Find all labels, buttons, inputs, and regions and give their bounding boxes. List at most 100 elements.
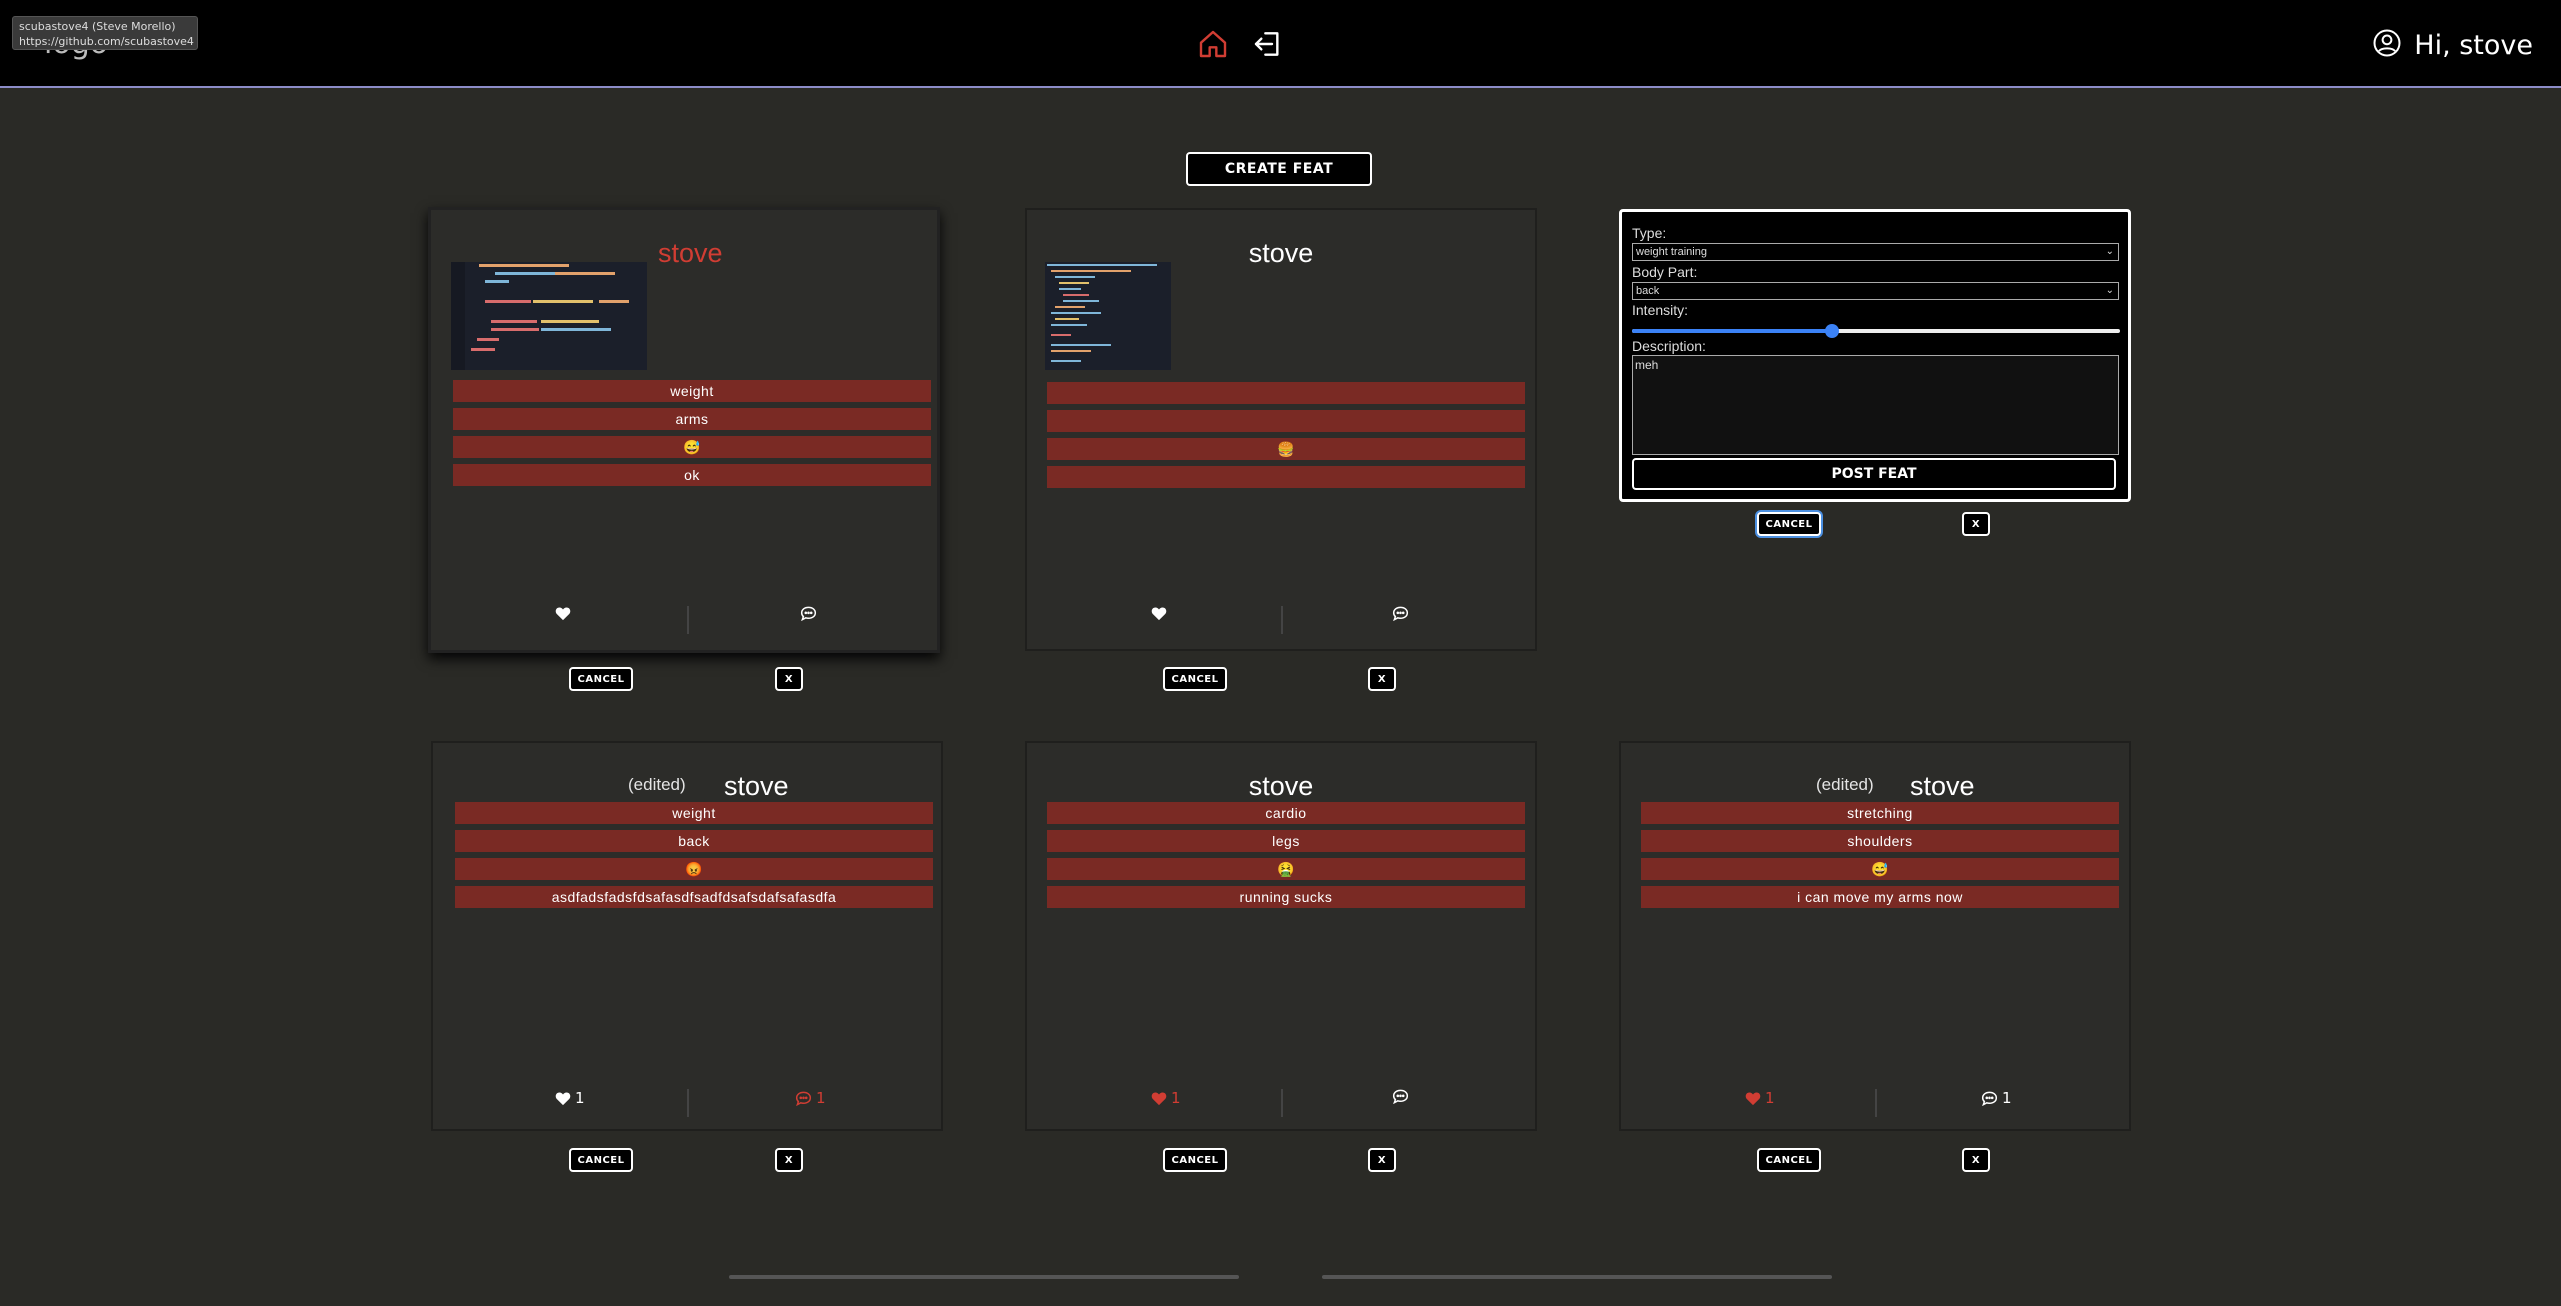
card-username[interactable]: stove — [1027, 771, 1535, 802]
edited-label: (edited) — [628, 775, 686, 794]
heart-icon — [555, 607, 571, 621]
feat-type: weight — [455, 802, 933, 824]
comment-button[interactable] — [800, 606, 821, 621]
scrollbar[interactable] — [729, 1275, 1239, 1279]
cancel-button[interactable]: CANCEL — [1757, 512, 1821, 536]
cancel-button[interactable]: CANCEL — [1163, 667, 1227, 691]
home-icon[interactable] — [1197, 28, 1229, 60]
body-part-select-value: back — [1636, 285, 1660, 297]
action-divider — [1281, 606, 1283, 634]
post-feat-button[interactable]: POST FEAT — [1632, 458, 2116, 490]
comment-icon — [1392, 606, 1409, 621]
action-divider — [687, 1089, 689, 1117]
feat-description: ok — [453, 464, 931, 486]
comment-button[interactable] — [1392, 606, 1413, 621]
action-divider — [687, 606, 689, 634]
link-tooltip: scubastove4 (Steve Morello) https://gith… — [12, 16, 198, 50]
slider-thumb[interactable] — [1825, 324, 1840, 338]
action-divider — [1875, 1089, 1877, 1117]
user-menu[interactable]: Hi, stove — [2372, 28, 2533, 62]
close-button[interactable]: X — [775, 667, 803, 691]
heart-icon — [555, 1092, 571, 1105]
comment-icon — [1981, 1091, 1998, 1106]
create-feat-button[interactable]: CREATE FEAT — [1186, 152, 1372, 186]
like-button[interactable]: 1 — [555, 1089, 585, 1107]
description-textarea[interactable]: meh — [1632, 355, 2119, 455]
feat-image — [1045, 262, 1171, 370]
comment-icon — [1392, 1089, 1409, 1104]
feat-card[interactable]: stove weight arms 😅 ok — [428, 207, 940, 653]
feat-card[interactable]: (edited) stove stretching shoulders 😅 i … — [1619, 741, 2131, 1131]
feat-type — [1047, 382, 1525, 404]
logout-icon[interactable] — [1252, 28, 1284, 60]
card-username[interactable]: stove — [724, 771, 789, 802]
cancel-button[interactable]: CANCEL — [569, 667, 633, 691]
scrollbar[interactable] — [1322, 1275, 1832, 1279]
feat-details: 🍔 — [1047, 382, 1525, 494]
intensity-slider[interactable] — [1632, 324, 2120, 338]
like-button[interactable] — [1151, 606, 1171, 621]
feat-details: stretching shoulders 😅 i can move my arm… — [1641, 802, 2119, 914]
feat-card[interactable]: (edited) stove weight back 😡 asdfadsfads… — [431, 741, 943, 1131]
feat-type: stretching — [1641, 802, 2119, 824]
create-feat-form: Type: weight training ⌄ Body Part: back … — [1619, 209, 2131, 502]
comment-button[interactable]: 1 — [795, 1089, 826, 1107]
intensity-label: Intensity: — [1632, 302, 1689, 318]
comment-button[interactable] — [1392, 1089, 1413, 1104]
tooltip-title: scubastove4 (Steve Morello) — [19, 20, 176, 33]
body-part-label: Body Part: — [1632, 264, 1698, 280]
like-button[interactable]: 1 — [1151, 1089, 1181, 1107]
feat-details: weight back 😡 asdfadsfadsfdsafasdfsadfds… — [455, 802, 933, 914]
navbar: logo scubastove4 (Steve Morello) https:/… — [0, 0, 2561, 88]
card-username[interactable]: stove — [658, 238, 723, 269]
feat-intensity: 🍔 — [1047, 438, 1525, 460]
comment-count: 1 — [816, 1089, 826, 1107]
card-username[interactable]: stove — [1910, 771, 1975, 802]
feat-body-part — [1047, 410, 1525, 432]
card-actions: 1 — [1027, 1089, 1535, 1117]
cancel-button[interactable]: CANCEL — [569, 1148, 633, 1172]
chevron-down-icon: ⌄ — [2105, 246, 2114, 257]
user-circle-icon — [2372, 28, 2402, 62]
comment-icon — [800, 606, 817, 621]
feat-card[interactable]: stove 🍔 — [1025, 208, 1537, 651]
close-button[interactable]: X — [775, 1148, 803, 1172]
slider-fill — [1632, 329, 1833, 333]
card-actions — [431, 606, 937, 634]
like-count: 1 — [575, 1089, 585, 1107]
body-part-select[interactable]: back ⌄ — [1632, 282, 2119, 300]
heart-icon — [1745, 1092, 1761, 1105]
greeting: Hi, stove — [2414, 29, 2533, 61]
feat-description: asdfadsfadsfdsafasdfsadfdsafsdafsafasdfa — [455, 886, 933, 908]
feat-description: running sucks — [1047, 886, 1525, 908]
like-count: 1 — [1171, 1089, 1181, 1107]
tooltip-url: https://github.com/scubastove4 — [19, 35, 194, 48]
close-button[interactable]: X — [1368, 1148, 1396, 1172]
feat-intensity: 😅 — [1641, 858, 2119, 880]
description-label: Description: — [1632, 338, 1706, 354]
chevron-down-icon: ⌄ — [2105, 285, 2114, 296]
close-button[interactable]: X — [1368, 667, 1396, 691]
cancel-button[interactable]: CANCEL — [1163, 1148, 1227, 1172]
card-actions: 1 1 — [1621, 1089, 2129, 1117]
comment-count: 1 — [2002, 1089, 2012, 1107]
feat-description: i can move my arms now — [1641, 886, 2119, 908]
feat-card[interactable]: stove cardio legs 🤮 running sucks 1 — [1025, 741, 1537, 1131]
like-button[interactable]: 1 — [1745, 1089, 1775, 1107]
action-divider — [1281, 1089, 1283, 1117]
feat-details: weight arms 😅 ok — [453, 380, 931, 492]
comment-button[interactable]: 1 — [1981, 1089, 2012, 1107]
type-select-value: weight training — [1636, 246, 1707, 258]
close-button[interactable]: X — [1962, 512, 1990, 536]
feat-intensity: 🤮 — [1047, 858, 1525, 880]
like-button[interactable] — [555, 606, 575, 621]
heart-icon — [1151, 607, 1167, 621]
feat-type: weight — [453, 380, 931, 402]
type-select[interactable]: weight training ⌄ — [1632, 243, 2119, 261]
heart-icon — [1151, 1092, 1167, 1105]
cancel-button[interactable]: CANCEL — [1757, 1148, 1821, 1172]
card-actions: 1 1 — [433, 1089, 941, 1117]
feat-details: cardio legs 🤮 running sucks — [1047, 802, 1525, 914]
close-button[interactable]: X — [1962, 1148, 1990, 1172]
like-count: 1 — [1765, 1089, 1775, 1107]
